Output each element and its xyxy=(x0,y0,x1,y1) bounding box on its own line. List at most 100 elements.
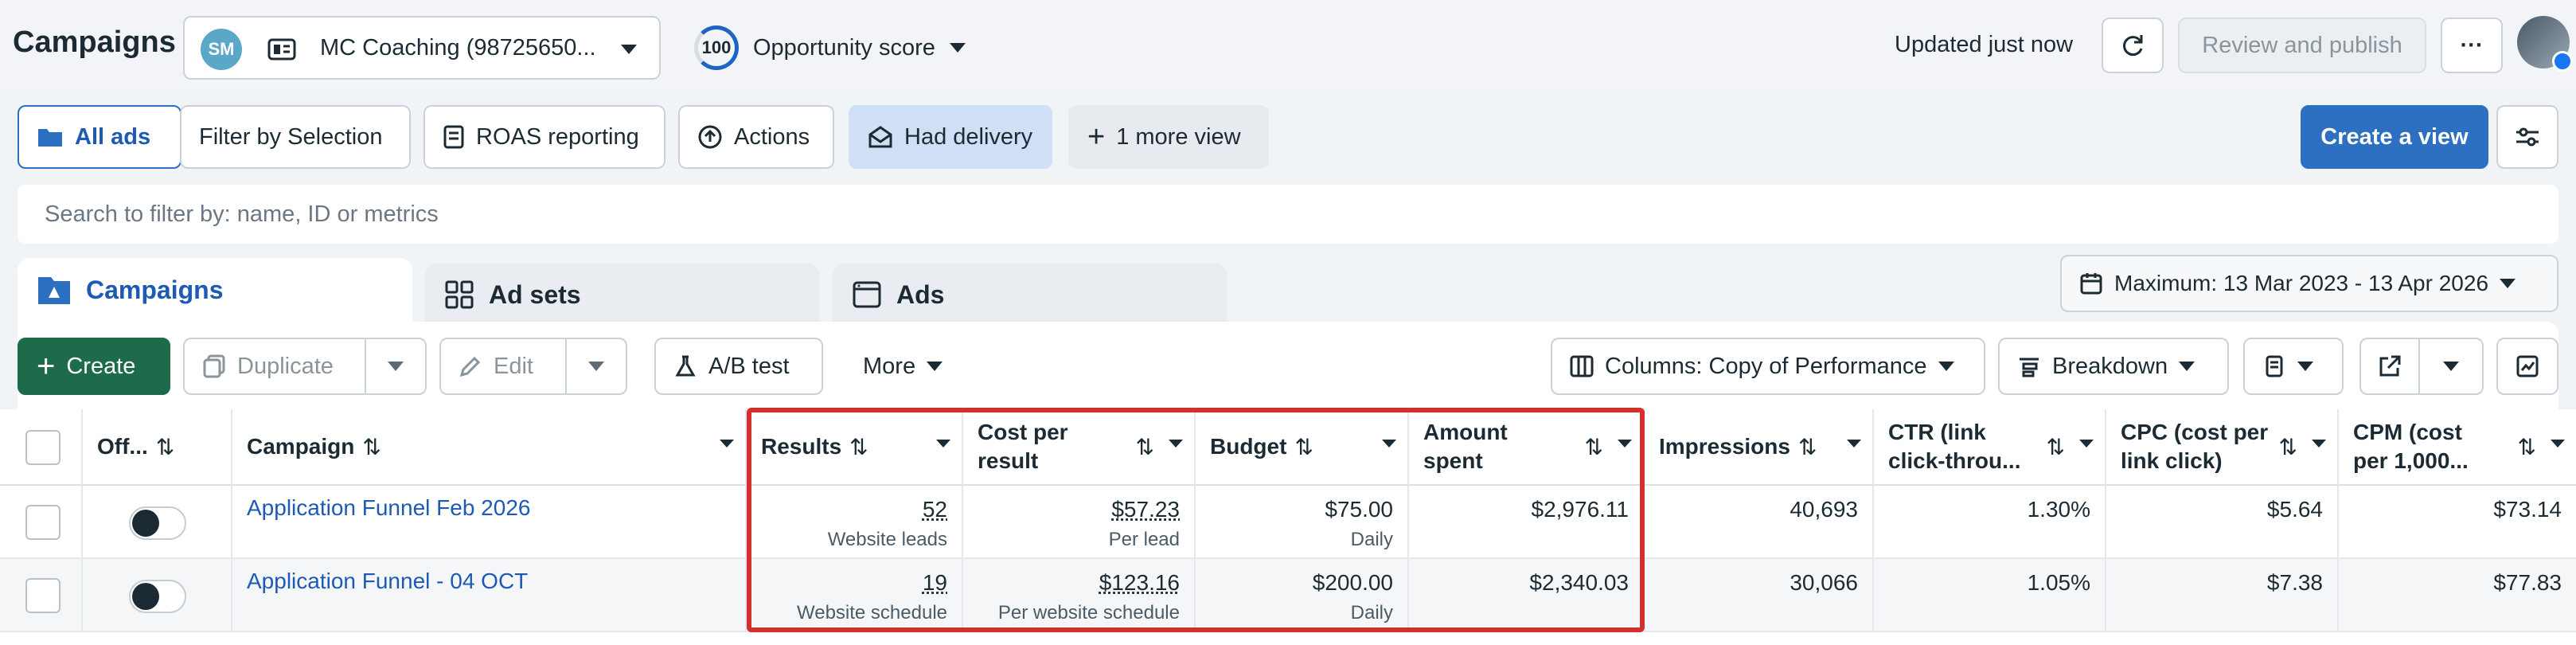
tab-ad-sets-label: Ad sets xyxy=(489,280,581,309)
edit-button[interactable]: Edit xyxy=(439,338,567,395)
header-impressions[interactable]: Impressions ⇅ xyxy=(1645,409,1874,486)
duplicate-icon xyxy=(203,354,225,378)
actions-button[interactable]: Actions xyxy=(678,105,834,169)
date-range-picker[interactable]: Maximum: 13 Mar 2023 - 13 Apr 2026 xyxy=(2060,255,2558,312)
header-cpm-line1: CPM (cost xyxy=(2353,420,2462,444)
export-dropdown[interactable] xyxy=(2418,338,2484,395)
score-ring: 100 xyxy=(694,25,739,70)
chevron-down-icon[interactable] xyxy=(720,440,734,448)
review-publish-button[interactable]: Review and publish xyxy=(2178,18,2426,73)
duplicate-label: Duplicate xyxy=(237,353,334,379)
grid-icon xyxy=(445,280,474,309)
sort-icon[interactable]: ⇅ xyxy=(2047,434,2065,460)
more-view-label: 1 more view xyxy=(1116,123,1241,150)
sort-icon[interactable]: ⇅ xyxy=(1798,434,1817,460)
row-select-cell xyxy=(0,486,83,559)
cpc-cell: $5.64 xyxy=(2106,486,2339,559)
view-settings-button[interactable] xyxy=(2496,105,2558,169)
ctr-cell: 1.05% xyxy=(1874,559,2106,632)
refresh-button[interactable] xyxy=(2102,18,2164,73)
campaign-name-link[interactable]: Application Funnel - 04 OCT xyxy=(247,569,528,594)
chart-button[interactable] xyxy=(2496,338,2558,395)
header-cpc-line2: link click) xyxy=(2121,448,2223,473)
duplicate-button[interactable]: Duplicate xyxy=(183,338,366,395)
sort-icon[interactable]: ⇅ xyxy=(156,434,174,460)
had-delivery-label: Had delivery xyxy=(904,123,1033,150)
account-logo: SM xyxy=(201,29,242,70)
plus-icon: + xyxy=(37,349,56,384)
campaign-toggle[interactable] xyxy=(129,580,186,613)
impressions-cell: 40,693 xyxy=(1645,486,1874,559)
create-button[interactable]: + Create xyxy=(18,338,170,395)
chevron-down-icon[interactable] xyxy=(2312,440,2326,448)
select-all-checkbox[interactable] xyxy=(25,430,60,465)
opportunity-score[interactable]: 100 Opportunity score xyxy=(694,24,966,72)
ab-test-button[interactable]: A/B test xyxy=(654,338,823,395)
review-publish-label: Review and publish xyxy=(2202,32,2402,58)
avatar[interactable] xyxy=(2517,16,2573,72)
chevron-down-icon[interactable] xyxy=(1847,440,1861,448)
edit-label: Edit xyxy=(494,353,533,379)
tab-ad-sets[interactable]: Ad sets xyxy=(425,263,820,326)
chevron-down-icon xyxy=(1938,362,1954,371)
opportunity-label: Opportunity score xyxy=(753,34,935,61)
breakdown-button[interactable]: Breakdown xyxy=(1998,338,2229,395)
account-selector[interactable]: SM MC Coaching (98725650... xyxy=(183,16,661,80)
header-impressions-label: Impressions xyxy=(1659,434,1790,459)
sort-icon[interactable]: ⇅ xyxy=(2518,434,2536,460)
create-view-label: Create a view xyxy=(2320,123,2469,150)
duplicate-dropdown[interactable] xyxy=(365,338,427,395)
header-cpc[interactable]: CPC (cost per link click) ⇅ xyxy=(2106,409,2339,486)
columns-button[interactable]: Columns: Copy of Performance xyxy=(1551,338,1985,395)
roas-reporting-label: ROAS reporting xyxy=(476,123,639,150)
chevron-down-icon[interactable] xyxy=(2079,440,2094,448)
sort-icon[interactable]: ⇅ xyxy=(2279,434,2297,460)
cpm-cell: $77.83 xyxy=(2339,559,2576,632)
facebook-badge-icon xyxy=(2552,51,2573,72)
cpc-value: $7.38 xyxy=(2266,570,2323,595)
flask-icon xyxy=(675,355,696,377)
all-ads-label: All ads xyxy=(75,123,151,150)
chevron-down-icon xyxy=(949,43,966,53)
header-ctr-label: CTR (link click-throu... xyxy=(1888,418,2020,475)
chevron-down-icon xyxy=(2179,362,2195,371)
all-ads-button[interactable]: All ads xyxy=(18,105,181,169)
header-cpm[interactable]: CPM (cost per 1,000... ⇅ xyxy=(2339,409,2576,486)
more-button[interactable]: More xyxy=(844,338,963,395)
reports-button[interactable] xyxy=(2243,338,2344,395)
breakdown-icon xyxy=(2020,358,2039,377)
search-input[interactable]: Search to filter by: name, ID or metrics xyxy=(18,185,2558,244)
search-placeholder: Search to filter by: name, ID or metrics xyxy=(45,201,439,227)
columns-icon xyxy=(1570,355,1594,377)
header-off-on[interactable]: Off... ⇅ xyxy=(83,409,232,486)
window-icon xyxy=(853,281,881,308)
more-view-button[interactable]: + 1 more view xyxy=(1068,105,1269,169)
folder-icon xyxy=(38,129,62,147)
sort-icon[interactable]: ⇅ xyxy=(362,434,381,460)
mail-open-icon xyxy=(868,126,892,148)
campaign-toggle[interactable] xyxy=(129,506,186,540)
toggle-cell xyxy=(83,486,232,559)
roas-reporting-button[interactable]: ROAS reporting xyxy=(423,105,665,169)
chevron-down-icon xyxy=(388,362,404,371)
tab-campaigns[interactable]: Campaigns xyxy=(18,258,412,322)
ab-test-label: A/B test xyxy=(708,353,790,379)
campaign-name-link[interactable]: Application Funnel Feb 2026 xyxy=(247,495,530,521)
chevron-down-icon xyxy=(927,362,943,371)
chevron-down-icon[interactable] xyxy=(2551,440,2565,448)
export-button[interactable] xyxy=(2359,338,2420,395)
edit-dropdown[interactable] xyxy=(565,338,627,395)
row-checkbox[interactable] xyxy=(25,578,60,613)
had-delivery-button[interactable]: Had delivery xyxy=(849,105,1052,169)
header-campaign[interactable]: Campaign ⇅ xyxy=(232,409,747,486)
header-ctr[interactable]: CTR (link click-throu... ⇅ xyxy=(1874,409,2106,486)
filter-by-selection-button[interactable]: Filter by Selection xyxy=(180,105,411,169)
more-options-button[interactable]: ··· xyxy=(2441,18,2503,73)
header-cpc-line1: CPC (cost per xyxy=(2121,420,2269,444)
row-checkbox[interactable] xyxy=(25,505,60,540)
columns-label: Columns: Copy of Performance xyxy=(1605,353,1927,379)
export-icon xyxy=(2379,355,2401,377)
cpm-cell: $73.14 xyxy=(2339,486,2576,559)
create-view-button[interactable]: Create a view xyxy=(2301,105,2488,169)
tab-ads[interactable]: Ads xyxy=(833,263,1228,326)
